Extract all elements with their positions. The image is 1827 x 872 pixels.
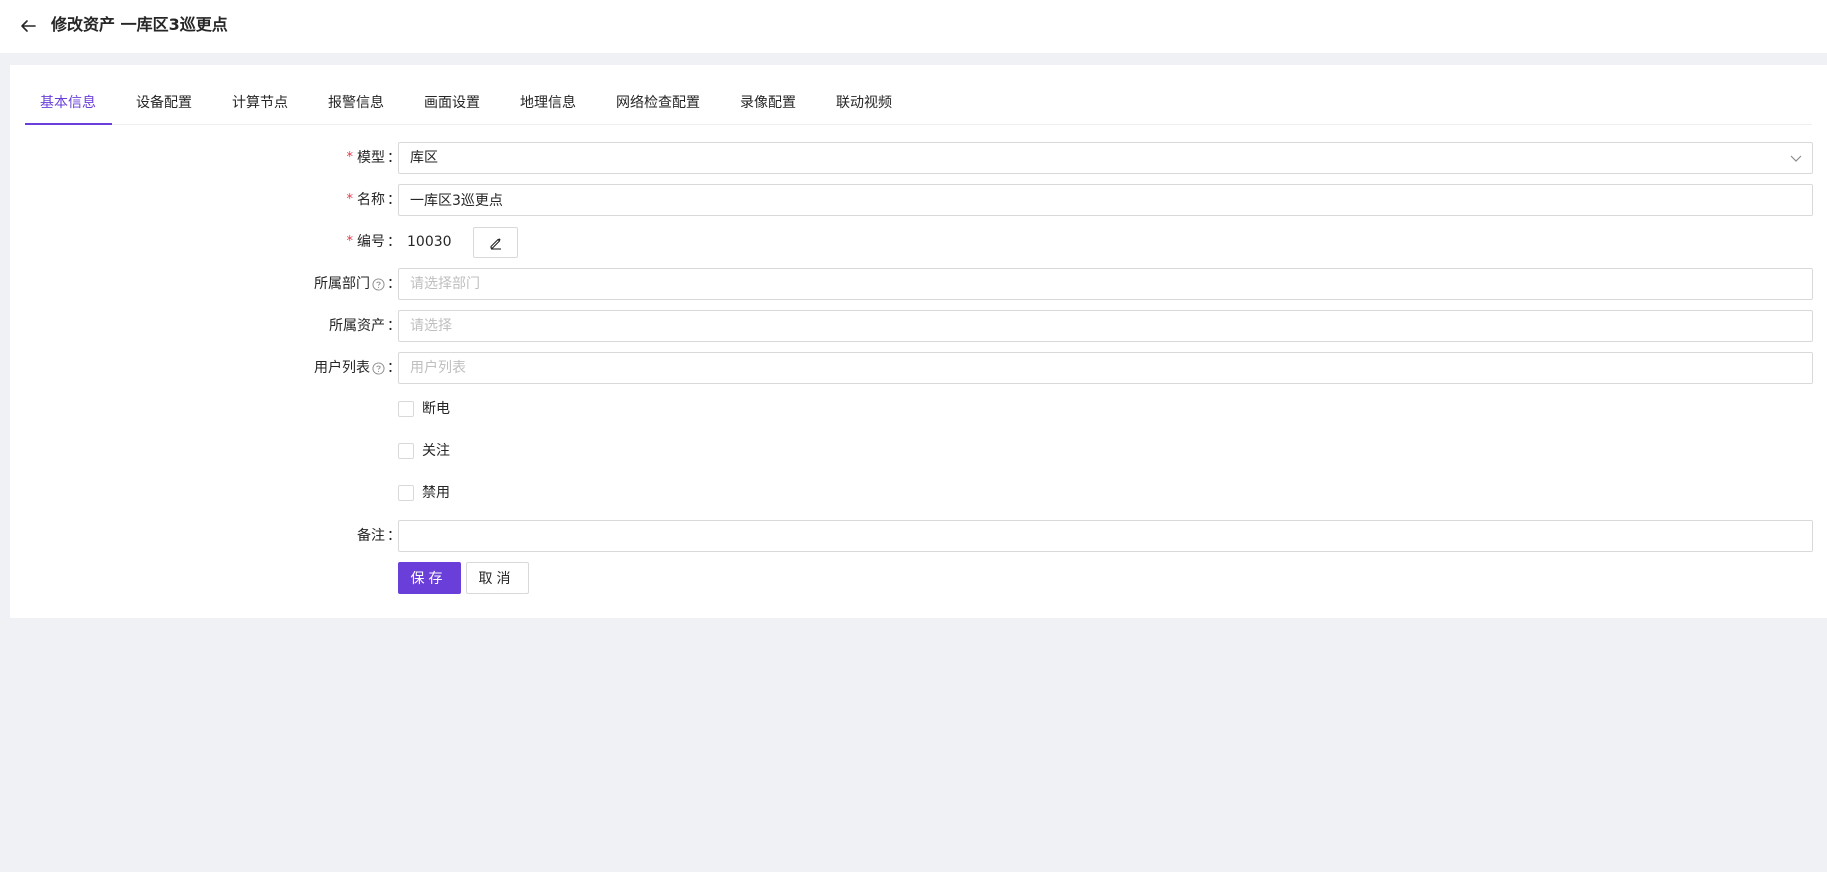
asset-input[interactable] xyxy=(398,310,1813,342)
tab-bar: 基本信息 设备配置 计算节点 报警信息 画面设置 地理信息 网络检查配置 录像配… xyxy=(25,65,1812,125)
checkbox-box[interactable] xyxy=(398,401,414,417)
name-row: * 名称 ： xyxy=(10,184,1827,216)
tab-screen-settings[interactable]: 画面设置 xyxy=(424,93,480,113)
required-mark: * xyxy=(346,150,354,165)
department-input[interactable] xyxy=(398,268,1813,300)
remark-label: 备注 ： xyxy=(357,528,401,544)
required-mark: * xyxy=(346,192,354,207)
department-label: 所属部门 ： xyxy=(314,276,401,292)
tab-recording-config[interactable]: 录像配置 xyxy=(740,93,796,113)
asset-label: 所属资产 ： xyxy=(329,318,401,334)
question-circle-icon[interactable] xyxy=(372,277,385,291)
tab-active-indicator xyxy=(25,123,112,125)
users-row: 用户列表 ： xyxy=(10,352,1827,384)
tab-device-config[interactable]: 设备配置 xyxy=(136,93,192,113)
model-select[interactable]: 库区 xyxy=(398,142,1813,174)
tab-geo-info[interactable]: 地理信息 xyxy=(520,93,576,113)
tab-alarm-info[interactable]: 报警信息 xyxy=(328,93,384,113)
checkbox-box[interactable] xyxy=(398,485,414,501)
follow-checkbox[interactable]: 关注 xyxy=(398,441,450,461)
edit-icon xyxy=(489,237,501,250)
remark-row: 备注 ： xyxy=(10,520,1827,552)
page-title: 修改资产 一库区3巡更点 xyxy=(51,15,228,34)
model-row: * 模型 ： 库区 xyxy=(10,142,1827,174)
model-label: * 模型 ： xyxy=(346,150,402,166)
users-input[interactable] xyxy=(398,352,1813,384)
department-row: 所属部门 ： xyxy=(10,268,1827,300)
form-card: 基本信息 设备配置 计算节点 报警信息 画面设置 地理信息 网络检查配置 录像配… xyxy=(10,65,1827,618)
edit-code-button[interactable] xyxy=(473,227,518,258)
asset-row: 所属资产 ： xyxy=(10,310,1827,342)
tab-basic-info[interactable]: 基本信息 xyxy=(40,93,96,113)
name-input[interactable] xyxy=(398,184,1813,216)
tab-linked-video[interactable]: 联动视频 xyxy=(836,93,892,113)
save-button[interactable]: 保存 xyxy=(398,562,461,594)
code-value: 10030 xyxy=(407,234,452,250)
form-actions: 保存 取消 xyxy=(10,562,1827,594)
arrow-left-icon[interactable] xyxy=(18,16,38,36)
page-header: 修改资产 一库区3巡更点 xyxy=(0,0,1827,53)
checkbox-box[interactable] xyxy=(398,443,414,459)
code-label: * 编号 ： xyxy=(346,234,402,250)
tab-compute-node[interactable]: 计算节点 xyxy=(232,93,288,113)
required-mark: * xyxy=(346,234,354,249)
users-label: 用户列表 ： xyxy=(314,360,401,376)
chevron-down-icon xyxy=(1790,155,1802,162)
power-off-checkbox[interactable]: 断电 xyxy=(398,399,450,419)
name-label: * 名称 ： xyxy=(346,192,402,208)
tab-network-check-config[interactable]: 网络检查配置 xyxy=(616,93,700,113)
question-circle-icon[interactable] xyxy=(372,361,385,375)
code-row: * 编号 ： 10030 xyxy=(10,226,1827,258)
cancel-button[interactable]: 取消 xyxy=(466,562,529,594)
remark-input[interactable] xyxy=(398,520,1813,552)
disable-checkbox[interactable]: 禁用 xyxy=(398,483,450,503)
